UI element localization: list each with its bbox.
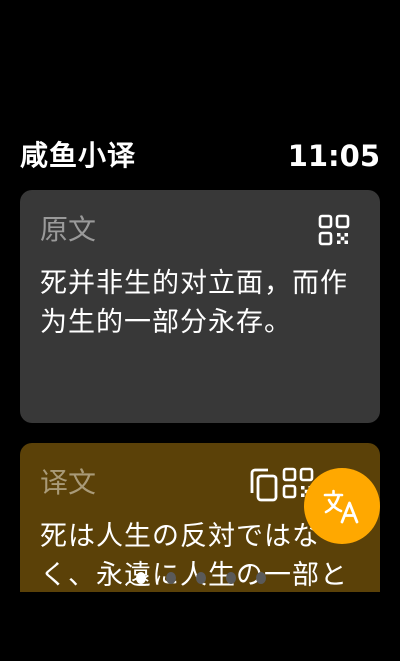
- page-dot[interactable]: [226, 572, 236, 584]
- app-title: 咸鱼小译: [20, 139, 137, 172]
- watch-screen: 咸鱼小译 11:05 原文 死并非生的对立面，而作为生的一部分永存。 译文 死は…: [0, 0, 400, 661]
- qr-code-icon-graphic: [318, 214, 350, 246]
- page-indicator: [136, 570, 266, 586]
- copy-icon[interactable]: [248, 467, 280, 502]
- source-text: 死并非生的对立面，而作为生的一部分永存。: [40, 268, 348, 338]
- source-label: 原文: [40, 213, 97, 246]
- clock: 11:05: [287, 139, 380, 173]
- header: 咸鱼小译 11:05: [20, 134, 380, 178]
- page-dot[interactable]: [166, 572, 176, 584]
- translate-button[interactable]: [304, 468, 380, 544]
- qr-code-icon[interactable]: [318, 214, 350, 246]
- scroll-viewport[interactable]: 咸鱼小译 11:05 原文 死并非生的对立面，而作为生的一部分永存。 译文 死は…: [0, 0, 400, 592]
- target-label: 译文: [40, 466, 97, 499]
- copy-icon-graphic: [250, 468, 278, 502]
- translate-icon: [323, 489, 359, 524]
- source-card[interactable]: 原文 死并非生的对立面，而作为生的一部分永存。: [20, 190, 380, 423]
- page-dot[interactable]: [136, 572, 146, 584]
- page-dot[interactable]: [256, 572, 266, 584]
- page-dot[interactable]: [196, 572, 206, 584]
- source-card-header: 原文: [40, 210, 360, 250]
